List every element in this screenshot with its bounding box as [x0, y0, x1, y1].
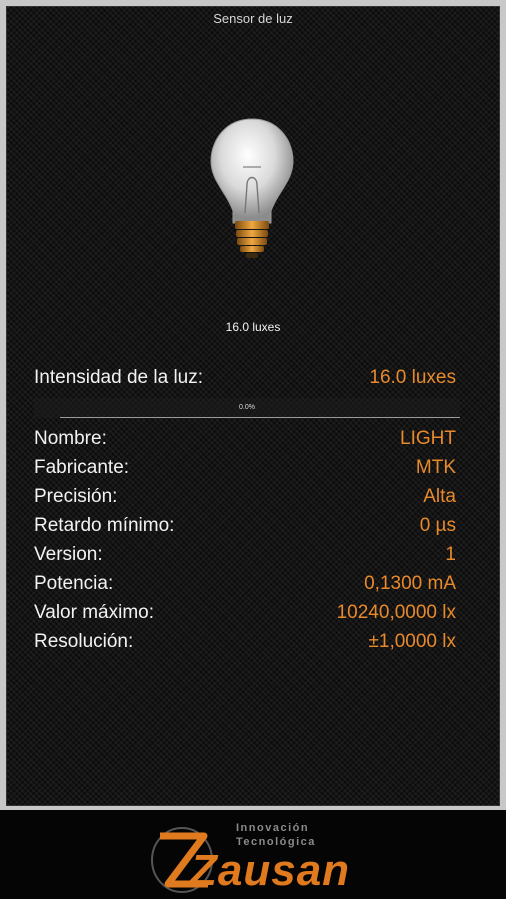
brand-logo: Innovación Tecnológica Zausan — [146, 818, 362, 895]
detail-row: Version: 1 — [28, 540, 466, 569]
brand-name: Zausan — [190, 846, 351, 895]
detail-value: ±1,0000 lx — [368, 630, 456, 652]
detail-key: Retardo mínimo: — [34, 514, 175, 536]
intensity-label: Intensidad de la luz: — [34, 367, 204, 388]
light-bulb-icon — [210, 118, 294, 258]
detail-value: LIGHT — [400, 427, 456, 449]
progress-text: 0.0% — [239, 404, 255, 411]
detail-value: 0,1300 mA — [364, 572, 456, 594]
sensor-details: Nombre: LIGHT Fabricante: MTK Precisión: Al… — [28, 424, 466, 656]
detail-value: 10240,0000 lx — [336, 601, 456, 623]
detail-key: Potencia: — [34, 572, 114, 594]
detail-key: Fabricante: — [34, 456, 130, 478]
detail-value: 1 — [445, 543, 456, 565]
detail-row: Nombre: LIGHT — [28, 424, 466, 453]
detail-key: Nombre: — [34, 427, 107, 449]
detail-key: Resolución: — [34, 630, 134, 652]
detail-row: Retardo mínimo: 0 µs — [28, 511, 466, 540]
detail-key: Version: — [34, 543, 103, 565]
app-title: Sensor de luz — [213, 11, 293, 26]
progress-track — [60, 417, 460, 418]
brand-line1: Innovación — [236, 822, 310, 834]
sensor-panel: Intensidad de la luz: 16.0 luxes 0.0% No… — [28, 362, 466, 656]
detail-row: Valor máximo: 10240,0000 lx — [28, 598, 466, 627]
detail-key: Precisión: — [34, 485, 118, 507]
lux-caption: 16.0 luxes — [225, 320, 281, 334]
detail-key: Valor máximo: — [34, 601, 155, 623]
detail-value: Alta — [423, 485, 456, 507]
detail-row: Potencia: 0,1300 mA — [28, 569, 466, 598]
detail-row: Precisión: Alta — [28, 482, 466, 511]
detail-value: 0 µs — [419, 514, 456, 536]
intensity-row: Intensidad de la luz: 16.0 luxes — [28, 362, 466, 394]
intensity-value: 16.0 luxes — [369, 367, 456, 388]
intensity-progress: 0.0% — [34, 398, 460, 418]
detail-row: Fabricante: MTK — [28, 453, 466, 482]
detail-value: MTK — [415, 456, 456, 478]
detail-row: Resolución: ±1,0000 lx — [28, 627, 466, 656]
